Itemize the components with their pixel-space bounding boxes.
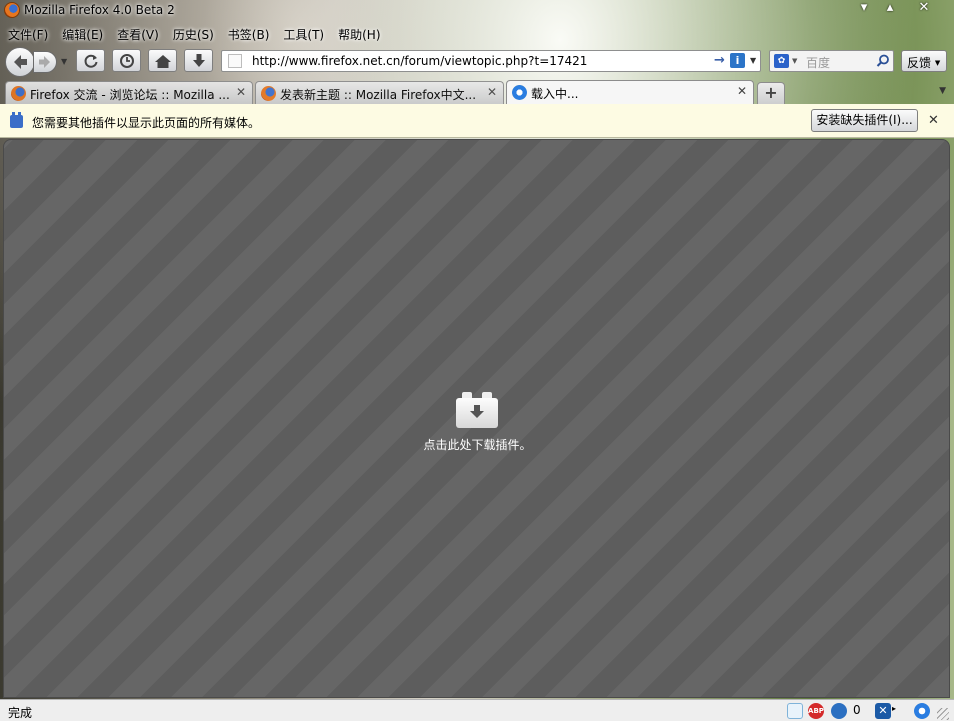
navigation-toolbar: ▼ http://www.firefox.net.cn/forum/viewto… (0, 46, 954, 77)
download-arrow-icon (470, 405, 484, 418)
maximize-icon[interactable]: ▴ (876, 0, 904, 18)
ie-icon (512, 85, 527, 100)
menu-edit[interactable]: 编辑(E) (54, 24, 109, 44)
back-arrow-icon (14, 55, 27, 69)
forward-arrow-icon (39, 56, 50, 68)
plugin-notification-bar: 您需要其他插件以显示此页面的所有媒体。 安装缺失插件(I)... ✕ (0, 104, 954, 138)
tab-title: Firefox 交流 - 浏览论坛 :: Mozilla ... (30, 88, 230, 102)
tab-close-icon[interactable]: ✕ (737, 84, 747, 98)
tab-title: 载入中... (531, 87, 579, 101)
adblock-icon[interactable]: ABP (808, 703, 824, 719)
search-icon[interactable] (876, 54, 890, 68)
history-button[interactable] (112, 49, 141, 72)
feedback-label: 反馈 (907, 56, 932, 70)
downloads-button[interactable] (184, 49, 213, 72)
tab-loading[interactable]: 载入中... ✕ (506, 80, 754, 104)
home-icon (154, 54, 171, 68)
tab-close-icon[interactable]: ✕ (487, 85, 497, 99)
minimize-icon[interactable]: ▾ (850, 0, 878, 18)
address-bar[interactable]: http://www.firefox.net.cn/forum/viewtopi… (221, 50, 761, 72)
menu-bookmarks[interactable]: 书签(B) (220, 24, 276, 44)
notification-message: 您需要其他插件以显示此页面的所有媒体。 (32, 116, 261, 130)
download-icon (192, 53, 205, 67)
tab-close-icon[interactable]: ✕ (236, 85, 246, 99)
sync-icon[interactable] (831, 703, 847, 719)
tab-firefox-forum[interactable]: Firefox 交流 - 浏览论坛 :: Mozilla ... ✕ (5, 81, 253, 104)
info-icon[interactable]: i (730, 53, 745, 68)
window-title: Mozilla Firefox 4.0 Beta 2 (24, 3, 175, 17)
firefox-icon (11, 86, 26, 101)
ie-tab-icon[interactable] (914, 703, 930, 719)
back-button[interactable] (5, 47, 35, 77)
page-icon (228, 54, 242, 68)
search-placeholder: 百度 (806, 56, 831, 70)
title-bar: Mozilla Firefox 4.0 Beta 2 ▾ ▴ ✕ (0, 0, 954, 22)
status-bar: 完成 ABP 0 ✕ ▸ (0, 699, 954, 721)
status-text: 完成 (8, 706, 33, 720)
feedback-button[interactable]: 反馈 ▼ (901, 50, 947, 72)
install-missing-plugins-button[interactable]: 安装缺失插件(I)... (811, 109, 918, 132)
download-plugin-prompt[interactable]: 点击此处下载插件。 (4, 436, 951, 453)
baidu-engine-icon[interactable]: ✿ (774, 54, 789, 68)
home-button[interactable] (148, 49, 177, 72)
plugin-icon (10, 112, 23, 128)
menu-help[interactable]: 帮助(H) (330, 24, 386, 44)
addon-bar-icon[interactable] (787, 703, 803, 719)
tab-new-topic[interactable]: 发表新主题 :: Mozilla Firefox中文... ✕ (255, 81, 504, 104)
xmarks-icon[interactable]: ✕ (875, 703, 891, 719)
engine-dropdown-icon[interactable]: ▼ (792, 57, 797, 65)
menu-bar: 文件(F) 编辑(E) 查看(V) 历史(S) 书签(B) 工具(T) 帮助(H… (0, 24, 387, 44)
notification-close-icon[interactable]: ✕ (928, 113, 939, 128)
menu-history[interactable]: 历史(S) (165, 24, 220, 44)
addon-dropdown-icon[interactable]: ▸ (892, 704, 896, 713)
tab-title: 发表新主题 :: Mozilla Firefox中文... (280, 88, 477, 102)
url-text: http://www.firefox.net.cn/forum/viewtopi… (252, 54, 588, 68)
menu-view[interactable]: 查看(V) (109, 24, 165, 44)
new-tab-button[interactable]: + (757, 82, 785, 104)
forward-button[interactable] (33, 51, 57, 73)
tab-list-dropdown-icon[interactable]: ▼ (939, 86, 946, 96)
status-count: 0 (853, 703, 861, 717)
menu-file[interactable]: 文件(F) (0, 24, 54, 44)
plugin-placeholder-content[interactable]: 点击此处下载插件。 (3, 139, 950, 698)
reload-button[interactable] (76, 49, 105, 72)
tab-strip: Firefox 交流 - 浏览论坛 :: Mozilla ... ✕ 发表新主题… (0, 80, 954, 104)
clock-icon (119, 53, 134, 68)
url-dropdown-icon[interactable]: ▼ (750, 56, 756, 65)
reload-icon (84, 54, 97, 68)
feedback-dropdown-icon: ▼ (934, 59, 941, 67)
firefox-icon (261, 86, 276, 101)
menu-tools[interactable]: 工具(T) (275, 24, 330, 44)
go-arrow-icon[interactable]: → (714, 53, 725, 68)
search-box[interactable]: ✿ ▼ 百度 (769, 50, 894, 72)
resize-grip-icon[interactable] (937, 708, 949, 720)
plugin-download-icon[interactable] (456, 392, 498, 428)
firefox-icon[interactable] (4, 2, 20, 18)
history-dropdown-icon[interactable]: ▼ (61, 57, 67, 66)
close-icon[interactable]: ✕ (910, 0, 938, 18)
